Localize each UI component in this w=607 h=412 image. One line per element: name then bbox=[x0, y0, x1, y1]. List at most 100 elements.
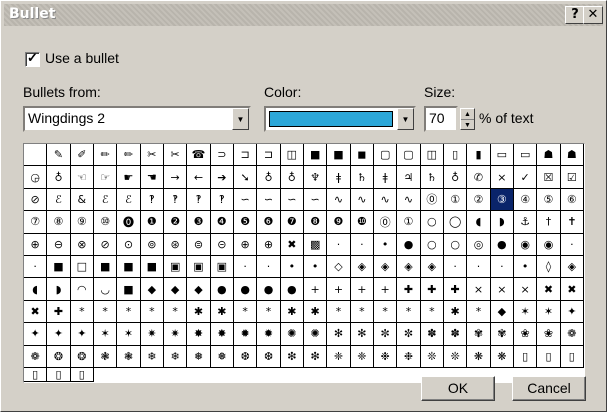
symbol-cell[interactable]: × bbox=[490, 166, 514, 189]
symbol-cell[interactable]: ✎ bbox=[47, 144, 71, 167]
symbol-cell[interactable]: ✖ bbox=[560, 278, 584, 301]
symbol-cell[interactable]: • bbox=[304, 255, 328, 279]
symbol-cell[interactable]: ● bbox=[280, 278, 304, 301]
symbol-cell[interactable]: ∿ bbox=[327, 188, 351, 212]
symbol-cell[interactable]: ∿ bbox=[397, 188, 421, 212]
symbol-cell[interactable]: ✾ bbox=[467, 323, 491, 346]
symbol-cell[interactable]: ■ bbox=[117, 255, 141, 279]
symbol-cell[interactable]: ❋ bbox=[467, 345, 491, 368]
symbol-cell[interactable]: ● bbox=[397, 233, 421, 256]
symbol-cell[interactable]: ⑤ bbox=[537, 188, 561, 212]
symbol-cell[interactable]: ⊕ bbox=[234, 233, 258, 256]
bullet-symbol-grid[interactable]: ✎ ✐ ✏ ✏ ✂ ✂ ☎ ⊃ ⊐ ⊐ ◫ ■ ■ ◼ ▢ ▢ ◫ ▯ ▮ ▭ ▭ ☗ ☗ ◶ ♁ ☜ ☞ ☛ ☚ → ← ➔ ➘ ♁ ♁ ♆ ǂ ♄ ǂ ♃… bbox=[23, 143, 585, 383]
symbol-cell[interactable]: ⑧ bbox=[47, 211, 71, 234]
symbol-cell[interactable]: ✚ bbox=[397, 278, 421, 301]
symbol-cell[interactable]: ǂ bbox=[327, 166, 351, 189]
symbol-cell[interactable]: ℰ bbox=[94, 188, 118, 212]
symbol-cell[interactable]: ■ bbox=[94, 255, 118, 279]
symbol-cell[interactable]: ⓪ bbox=[420, 188, 444, 212]
symbol-cell[interactable]: ▩ bbox=[304, 233, 328, 256]
symbol-cell[interactable]: ∿ bbox=[374, 188, 398, 212]
color-select[interactable]: ▼ bbox=[264, 106, 416, 132]
symbol-cell[interactable]: ☜ bbox=[70, 166, 94, 189]
symbol-cell[interactable]: ✖ bbox=[537, 278, 561, 301]
symbol-cell[interactable]: ▯ bbox=[444, 144, 468, 167]
symbol-cell[interactable]: ■ bbox=[140, 255, 164, 279]
symbol-cell[interactable]: ⊐ bbox=[234, 144, 258, 167]
symbol-cell[interactable]: ✸ bbox=[210, 323, 234, 346]
symbol-cell[interactable]: · bbox=[257, 255, 281, 279]
symbol-cell[interactable]: · bbox=[234, 255, 258, 279]
symbol-cell[interactable]: ○ bbox=[444, 233, 468, 256]
symbol-cell[interactable]: ❊ bbox=[444, 345, 468, 368]
symbol-cell[interactable]: ✱ bbox=[187, 300, 211, 324]
symbol-cell[interactable]: ☎ bbox=[187, 144, 211, 167]
symbol-cell[interactable]: ❇ bbox=[304, 345, 328, 368]
symbol-cell[interactable]: ✱ bbox=[304, 300, 328, 324]
symbol-cell[interactable]: ◈ bbox=[560, 255, 584, 279]
symbol-cell[interactable]: ◈ bbox=[350, 255, 374, 279]
symbol-cell[interactable]: ❈ bbox=[350, 345, 374, 368]
spin-up-icon[interactable]: ▲ bbox=[461, 109, 474, 120]
symbol-cell[interactable]: * bbox=[467, 300, 491, 324]
symbol-cell[interactable]: ● bbox=[210, 278, 234, 301]
symbol-cell[interactable]: ◼ bbox=[350, 144, 374, 167]
symbol-cell[interactable]: ◈ bbox=[374, 255, 398, 279]
symbol-cell[interactable]: ♃ bbox=[397, 166, 421, 189]
symbol-cell[interactable]: ⊙ bbox=[117, 233, 141, 256]
symbol-cell[interactable]: * bbox=[257, 300, 281, 324]
symbol-cell[interactable]: * bbox=[350, 300, 374, 324]
symbol-cell[interactable]: ✂ bbox=[140, 144, 164, 167]
symbol-cell[interactable]: · bbox=[444, 255, 468, 279]
symbol-cell[interactable]: ⊕ bbox=[257, 233, 281, 256]
symbol-cell[interactable]: ◆ bbox=[490, 300, 514, 324]
symbol-cell[interactable]: ✼ bbox=[397, 323, 421, 346]
symbol-cell[interactable]: ♄ bbox=[420, 166, 444, 189]
symbol-cell[interactable]: ▮ bbox=[467, 144, 491, 167]
symbol-cell[interactable]: ▢ bbox=[397, 144, 421, 167]
symbol-cell[interactable]: ○ bbox=[420, 211, 444, 234]
symbol-cell[interactable]: ✚ bbox=[420, 278, 444, 301]
chevron-down-icon[interactable]: ▼ bbox=[232, 108, 249, 130]
symbol-cell[interactable]: ✷ bbox=[140, 323, 164, 346]
symbol-cell[interactable]: · bbox=[490, 255, 514, 279]
symbol-cell[interactable]: ⊝ bbox=[210, 233, 234, 256]
symbol-cell[interactable]: + bbox=[350, 278, 374, 301]
symbol-cell[interactable]: ❽ bbox=[304, 211, 328, 234]
symbol-cell[interactable]: ♁ bbox=[444, 166, 468, 189]
symbol-cell[interactable]: ✝ bbox=[560, 211, 584, 234]
symbol-cell[interactable]: ◈ bbox=[420, 255, 444, 279]
symbol-cell[interactable]: ✸ bbox=[187, 323, 211, 346]
symbol-cell[interactable]: ℰ bbox=[117, 188, 141, 212]
symbol-cell[interactable]: ⊛ bbox=[164, 233, 188, 256]
symbol-cell[interactable]: ✷ bbox=[164, 323, 188, 346]
symbol-cell[interactable]: ✚ bbox=[47, 300, 71, 324]
symbol-cell[interactable]: ❼ bbox=[280, 211, 304, 234]
symbol-cell[interactable]: ℰ bbox=[47, 188, 71, 212]
symbol-cell[interactable]: ✾ bbox=[490, 323, 514, 346]
symbol-cell[interactable]: ■ bbox=[304, 144, 328, 167]
symbol-cell[interactable]: * bbox=[420, 300, 444, 324]
symbol-cell[interactable]: ❻ bbox=[257, 211, 281, 234]
symbol-cell[interactable]: ❅ bbox=[210, 345, 234, 368]
symbol-cell[interactable]: * bbox=[140, 300, 164, 324]
symbol-cell[interactable]: ◖ bbox=[467, 211, 491, 234]
symbol-cell[interactable]: ◈ bbox=[397, 255, 421, 279]
symbol-cell[interactable]: ⊖ bbox=[47, 233, 71, 256]
symbol-cell[interactable]: ◎ bbox=[467, 233, 491, 256]
symbol-cell[interactable]: ☗ bbox=[560, 144, 584, 167]
symbol-cell[interactable]: ③ bbox=[490, 188, 514, 212]
symbol-cell[interactable]: ➔ bbox=[210, 166, 234, 189]
symbol-cell[interactable]: ☛ bbox=[117, 166, 141, 189]
symbol-cell[interactable]: * bbox=[94, 300, 118, 324]
symbol-cell[interactable]: • bbox=[374, 233, 398, 256]
symbol-cell[interactable]: ❸ bbox=[187, 211, 211, 234]
symbol-cell[interactable]: ● bbox=[257, 278, 281, 301]
symbol-cell[interactable]: ✏ bbox=[94, 144, 118, 167]
symbol-cell[interactable]: ◯ bbox=[444, 211, 468, 234]
symbol-cell[interactable]: ✶ bbox=[514, 300, 538, 324]
symbol-cell[interactable]: ❊ bbox=[420, 345, 444, 368]
symbol-cell[interactable]: ⊜ bbox=[187, 233, 211, 256]
symbol-cell[interactable]: ◠ bbox=[70, 278, 94, 301]
symbol-cell[interactable]: ⑦ bbox=[24, 211, 48, 234]
